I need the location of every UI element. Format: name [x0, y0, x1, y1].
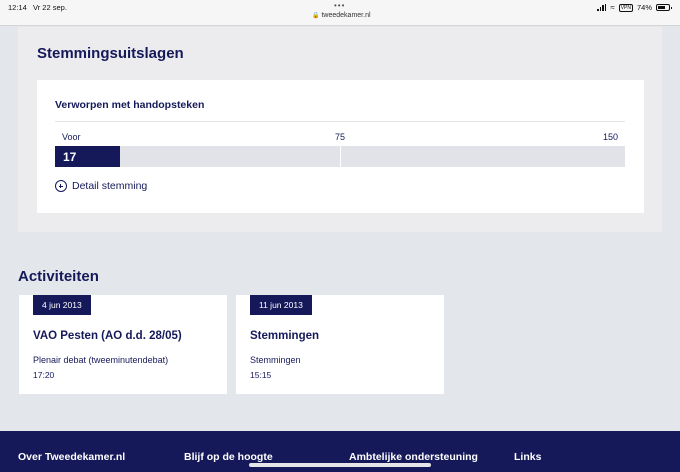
section-title: Stemmingsuitslagen: [37, 45, 184, 62]
cellular-signal-icon: [597, 4, 607, 11]
activity-date-badge: 4 jun 2013: [33, 295, 91, 315]
axis-label-max: 150: [603, 132, 619, 142]
activities-title: Activiteiten: [18, 268, 99, 285]
activity-time: 15:15: [250, 370, 272, 380]
vote-count-label: 17: [63, 150, 77, 164]
activity-type: Stemmingen: [250, 355, 301, 365]
battery-percentage: 74%: [636, 3, 652, 12]
vote-bar-midline: [340, 146, 341, 167]
status-date: Vr 22 sep.: [33, 3, 67, 12]
footer-link-links[interactable]: Links: [514, 451, 541, 463]
url-text: tweedekamer.nl: [321, 12, 371, 19]
footer-link-ambtelijke-ondersteuning[interactable]: Ambtelijke ondersteuning: [349, 451, 478, 463]
detail-stemming-link[interactable]: Detail stemming: [55, 180, 147, 192]
axis-label-voor: Voor: [62, 132, 81, 142]
activity-type: Plenair debat (tweeminutendebat): [33, 355, 169, 365]
status-time: 12:14: [8, 3, 27, 12]
activity-name: Stemmingen: [250, 330, 320, 342]
axis-label-mid: 75: [335, 132, 346, 142]
vote-result-title: Verworpen met handopsteken: [55, 99, 205, 111]
footer-link-over[interactable]: Over Tweedekamer.nl: [18, 451, 125, 463]
battery-icon: [656, 4, 672, 11]
activity-card[interactable]: 11 jun 2013 Stemmingen Stemmingen 15:15: [236, 295, 444, 394]
wifi-icon: ≈: [610, 3, 615, 12]
detail-stemming-label: Detail stemming: [72, 180, 148, 192]
home-indicator[interactable]: [249, 463, 431, 467]
status-bar: 12:14 Vr 22 sep. ••• 🔒 tweedekamer.nl ≈ V…: [0, 0, 680, 26]
lock-icon: 🔒: [312, 13, 320, 19]
vote-result-card: Verworpen met handopsteken Voor 75 150 1…: [37, 80, 644, 213]
divider: [55, 121, 625, 122]
activity-card[interactable]: 4 jun 2013 VAO Pesten (AO d.d. 28/05) Pl…: [19, 295, 227, 394]
activity-name: VAO Pesten (AO d.d. 28/05): [33, 330, 182, 342]
activity-time: 17:20: [33, 370, 55, 380]
address-bar[interactable]: 🔒 tweedekamer.nl: [312, 12, 371, 19]
plus-circle-icon: [55, 180, 67, 192]
status-indicators: ≈ VPN 74%: [597, 3, 672, 12]
voting-results-section: Stemmingsuitslagen Verworpen met handops…: [18, 27, 662, 232]
activity-date-badge: 11 jun 2013: [250, 295, 312, 315]
more-dots-icon[interactable]: •••: [334, 1, 345, 10]
vote-bar-track: 17: [55, 146, 625, 167]
vpn-badge: VPN: [618, 3, 633, 12]
footer-link-blijf-op-de-hoogte[interactable]: Blijf op de hoogte: [184, 451, 273, 463]
